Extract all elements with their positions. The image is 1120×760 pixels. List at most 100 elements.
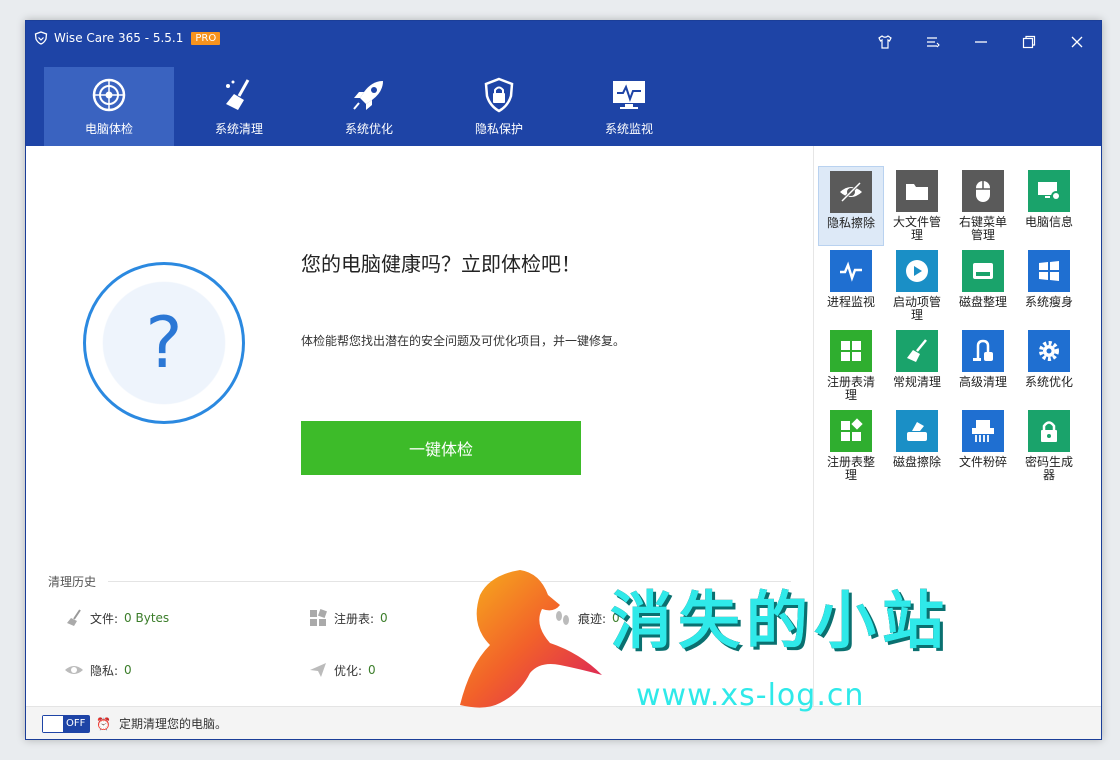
menu-button[interactable] <box>919 29 947 55</box>
tool-icon-tile <box>896 410 938 452</box>
tool-play[interactable]: 启动项管理 <box>884 246 950 326</box>
tool-gear[interactable]: 系统优化 <box>1016 326 1082 406</box>
tool-icon-tile <box>830 171 872 213</box>
folder-icon <box>906 184 928 200</box>
tool-label: 大文件管理 <box>892 215 941 242</box>
tool-vacuum[interactable]: 高级清理 <box>950 326 1016 406</box>
pc-gear-icon <box>1038 182 1061 201</box>
tool-grid[interactable]: 注册表清理 <box>818 326 884 406</box>
blocks-icon <box>310 609 327 626</box>
stat-files: 文件: 0 Bytes <box>64 608 169 628</box>
nav-label: 系统清理 <box>214 122 263 136</box>
tool-icon-tile <box>1028 410 1070 452</box>
tool-label: 电脑信息 <box>1024 215 1073 229</box>
nav-monitor[interactable]: 系统监视 <box>564 67 694 146</box>
tool-folder[interactable]: 大文件管理 <box>884 166 950 246</box>
tool-icon-tile <box>962 170 1004 212</box>
tool-windows[interactable]: 系统瘦身 <box>1016 246 1082 326</box>
app-title: Wise Care 365 - 5.5.1 PRO <box>34 31 221 45</box>
question-mark-icon: ? <box>145 302 183 384</box>
tool-icon-tile <box>830 250 872 292</box>
tool-icon-tile <box>962 410 1004 452</box>
tool-icon-tile <box>830 330 872 372</box>
stat-registry: 注册表: 0 <box>308 608 388 628</box>
tool-pc-gear[interactable]: 电脑信息 <box>1016 166 1082 246</box>
tool-label: 右键菜单管理 <box>958 215 1007 242</box>
minimize-button[interactable] <box>967 29 995 55</box>
shredder-icon <box>972 420 994 442</box>
tool-icon-tile <box>896 330 938 372</box>
tool-label: 常规清理 <box>892 375 941 389</box>
nav-system-optimize[interactable]: 系统优化 <box>304 67 434 146</box>
watermark-url: www.xs-log.cn <box>636 678 865 713</box>
close-button[interactable] <box>1063 29 1091 55</box>
tool-blocks[interactable]: 注册表整理 <box>818 406 884 486</box>
tool-disk-eraser[interactable]: 磁盘擦除 <box>884 406 950 486</box>
nav-privacy[interactable]: 隐私保护 <box>434 67 564 146</box>
tool-label: 隐私擦除 <box>826 216 875 230</box>
paper-plane-icon <box>310 663 326 677</box>
stat-privacy: 隐私: 0 <box>64 660 132 680</box>
tool-icon-tile <box>896 250 938 292</box>
auto-clean-toggle[interactable]: OFF <box>42 714 90 733</box>
tool-icon-tile <box>962 250 1004 292</box>
tool-pulse[interactable]: 进程监视 <box>818 246 884 326</box>
vacuum-icon <box>973 339 993 361</box>
broom-icon <box>67 609 81 626</box>
tool-label: 磁盘擦除 <box>892 455 941 469</box>
tools-grid: 隐私擦除 大文件管理 右键菜单管理 电脑信息进程监视 启动项管理 磁盘整理 系统瘦身注册表清… <box>818 166 1082 486</box>
tool-mouse[interactable]: 右键菜单管理 <box>950 166 1016 246</box>
padlock-icon <box>1041 421 1057 442</box>
tool-padlock[interactable]: 密码生成器 <box>1016 406 1082 486</box>
rocket-icon <box>353 81 383 110</box>
maximize-button[interactable] <box>1015 29 1043 55</box>
main-nav: 电脑体检 系统清理 系统优化 隐私保护 系统监视 <box>44 67 694 146</box>
monitor-pulse-icon <box>613 81 645 109</box>
tool-label: 进程监视 <box>826 295 875 309</box>
eye-icon <box>65 666 83 674</box>
tool-icon-tile <box>1028 250 1070 292</box>
title-bar: Wise Care 365 - 5.5.1 PRO 电脑体检 系统清理 系统优化 <box>26 21 1101 146</box>
mouse-icon <box>976 181 990 202</box>
window-title: Wise Care 365 - 5.5.1 <box>54 31 184 45</box>
play-icon <box>906 260 928 282</box>
disk-eraser-icon <box>907 422 927 441</box>
restore-icon <box>1022 35 1036 49</box>
tool-broom[interactable]: 常规清理 <box>884 326 950 406</box>
tool-icon-tile <box>830 410 872 452</box>
nav-system-clean[interactable]: 系统清理 <box>174 67 304 146</box>
tool-label: 磁盘整理 <box>958 295 1007 309</box>
history-title: 清理历史 <box>48 575 97 589</box>
tool-label: 启动项管理 <box>892 295 941 322</box>
watermark-text: 消失的小站 <box>610 584 951 657</box>
page-description: 体检能帮您找出潜在的安全问题及可优化项目，并一键修复。 <box>301 334 626 348</box>
nav-label: 系统监视 <box>604 122 653 136</box>
broom-icon <box>226 79 250 110</box>
skin-button[interactable] <box>871 29 899 55</box>
tool-eye-slash[interactable]: 隐私擦除 <box>818 166 884 246</box>
pulse-icon <box>840 261 862 282</box>
tool-label: 系统瘦身 <box>1024 295 1073 309</box>
alarm-clock-icon: ⏰ <box>96 716 111 731</box>
blocks-icon <box>841 418 863 441</box>
nav-checkup[interactable]: 电脑体检 <box>44 67 174 146</box>
tool-label: 文件粉碎 <box>958 455 1007 469</box>
tool-disk[interactable]: 磁盘整理 <box>950 246 1016 326</box>
disk-icon <box>973 263 993 279</box>
nav-label: 电脑体检 <box>84 122 133 136</box>
eye-slash-icon <box>840 181 862 203</box>
tool-label: 系统优化 <box>1024 375 1073 389</box>
tool-label: 注册表清理 <box>826 375 875 402</box>
nav-label: 隐私保护 <box>474 122 523 136</box>
nav-label: 系统优化 <box>344 122 393 136</box>
tool-shredder[interactable]: 文件粉碎 <box>950 406 1016 486</box>
one-click-scan-button[interactable]: 一键体检 <box>301 421 581 475</box>
tool-label: 密码生成器 <box>1024 455 1073 482</box>
horse-logo-icon <box>460 570 602 708</box>
page-headline: 您的电脑健康吗？立即体检吧！ <box>301 252 581 276</box>
tool-icon-tile <box>962 330 1004 372</box>
window-controls <box>871 29 1091 55</box>
broom-icon <box>907 339 927 362</box>
tool-label: 注册表整理 <box>826 455 875 482</box>
toggle-label: OFF <box>66 718 86 729</box>
